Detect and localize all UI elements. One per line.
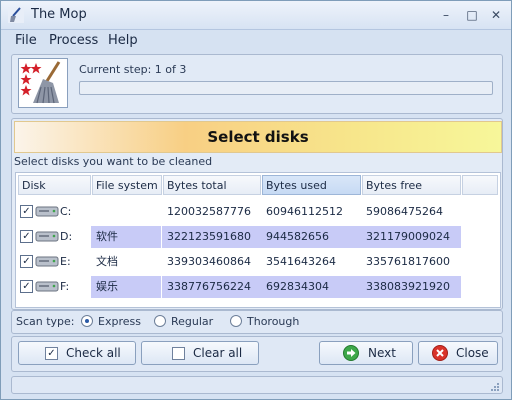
bytes-used-cell: 692834304 xyxy=(261,276,361,298)
disk-name: D: xyxy=(60,230,73,243)
disk-name: E: xyxy=(60,255,71,268)
radio-thorough-label[interactable]: Thorough xyxy=(247,315,299,328)
bytes-free-cell: 59086475264 xyxy=(366,205,443,218)
column-header-file-system[interactable]: File system xyxy=(92,175,162,195)
menu-file[interactable]: File xyxy=(15,33,37,48)
column-header-bytes-used[interactable]: Bytes used xyxy=(262,175,361,195)
check-all-button[interactable]: ✓ Check all xyxy=(18,341,136,365)
status-bar xyxy=(11,376,503,394)
menu-bar: File Process Help xyxy=(1,30,511,52)
next-button[interactable]: Next xyxy=(319,341,413,365)
resize-grip-icon[interactable] xyxy=(490,382,500,392)
empty-box-icon xyxy=(172,347,185,360)
table-row[interactable]: ✓ C: 120032587776 60946112512 5908647526… xyxy=(16,201,500,223)
file-system-cell xyxy=(91,201,161,223)
instruction-text: Select disks you want to be cleaned xyxy=(14,155,213,168)
next-label: Next xyxy=(368,346,396,360)
radio-thorough[interactable] xyxy=(230,315,242,327)
disk-checkbox[interactable]: ✓ xyxy=(20,280,33,293)
bytes-used-cell: 944582656 xyxy=(261,226,361,248)
table-row[interactable]: ✓ D: 软件 322123591680 944582656 321179009… xyxy=(16,226,500,248)
checked-box-icon: ✓ xyxy=(45,347,58,360)
disk-name: F: xyxy=(60,280,70,293)
bytes-free-cell: 335761817600 xyxy=(366,255,450,268)
disk-checkbox[interactable]: ✓ xyxy=(20,205,33,218)
minimize-icon[interactable]: – xyxy=(437,7,455,23)
check-all-label: Check all xyxy=(66,346,121,360)
file-system-cell: 娱乐 xyxy=(91,276,161,298)
column-header-bytes-free[interactable]: Bytes free xyxy=(362,175,461,195)
column-header-bytes-total[interactable]: Bytes total xyxy=(163,175,261,195)
bytes-free-cell: 321179009024 xyxy=(361,226,461,248)
bytes-used-cell: 60946112512 xyxy=(266,205,343,218)
hard-drive-icon xyxy=(35,281,59,292)
mop-app-icon xyxy=(8,7,24,23)
bytes-total-cell: 339303460864 xyxy=(167,255,251,268)
clear-all-label: Clear all xyxy=(193,346,243,360)
button-panel: ✓ Check all Clear all Next Close xyxy=(11,336,503,372)
hard-drive-icon xyxy=(35,206,59,217)
window-title: The Mop xyxy=(31,7,87,22)
step-progress-bar xyxy=(79,81,493,95)
close-label: Close xyxy=(456,346,489,360)
next-arrow-icon xyxy=(343,345,359,361)
step-panel: Current step: 1 of 3 xyxy=(11,54,503,114)
disk-checkbox[interactable]: ✓ xyxy=(20,255,33,268)
table-row[interactable]: ✓ E: 文档 339303460864 3541643264 33576181… xyxy=(16,251,500,273)
banner-title: Select disks xyxy=(207,128,309,146)
title-bar: The Mop – □ ✕ xyxy=(1,1,511,30)
banner: Select disks xyxy=(14,121,502,153)
scan-type-panel: Scan type: Express Regular Thorough xyxy=(11,310,503,334)
table-row[interactable]: ✓ F: 娱乐 338776756224 692834304 338083921… xyxy=(16,276,500,298)
radio-express[interactable] xyxy=(81,315,93,327)
bytes-total-cell: 322123591680 xyxy=(162,226,261,248)
clear-all-button[interactable]: Clear all xyxy=(141,341,259,365)
file-system-cell: 软件 xyxy=(91,226,161,248)
mop-logo-icon xyxy=(18,58,68,108)
bytes-total-cell: 120032587776 xyxy=(167,205,251,218)
radio-selected-dot xyxy=(85,319,89,323)
close-icon[interactable]: ✕ xyxy=(487,7,505,23)
radio-express-label[interactable]: Express xyxy=(98,315,141,328)
select-disks-panel: Select disks Select disks you want to be… xyxy=(11,118,503,310)
radio-regular-label[interactable]: Regular xyxy=(171,315,213,328)
disk-name: C: xyxy=(60,205,72,218)
menu-help[interactable]: Help xyxy=(108,33,138,48)
cancel-icon xyxy=(432,345,448,361)
hard-drive-icon xyxy=(35,231,59,242)
current-step-text: Current step: 1 of 3 xyxy=(79,63,187,76)
disk-checkbox[interactable]: ✓ xyxy=(20,230,33,243)
bytes-free-cell: 338083921920 xyxy=(361,276,461,298)
maximize-icon[interactable]: □ xyxy=(463,7,481,23)
app-window: The Mop – □ ✕ File Process Help Current … xyxy=(0,0,512,400)
column-header-disk[interactable]: Disk xyxy=(18,175,91,195)
column-header-filler xyxy=(462,175,498,195)
close-button[interactable]: Close xyxy=(418,341,498,365)
file-system-cell: 文档 xyxy=(96,255,118,268)
hard-drive-icon xyxy=(35,256,59,267)
scan-type-label: Scan type: xyxy=(16,315,75,328)
bytes-used-cell: 3541643264 xyxy=(266,255,336,268)
bytes-total-cell: 338776756224 xyxy=(162,276,261,298)
disk-table: Disk File system Bytes total Bytes used … xyxy=(15,172,501,308)
radio-regular[interactable] xyxy=(154,315,166,327)
menu-process[interactable]: Process xyxy=(49,33,98,48)
